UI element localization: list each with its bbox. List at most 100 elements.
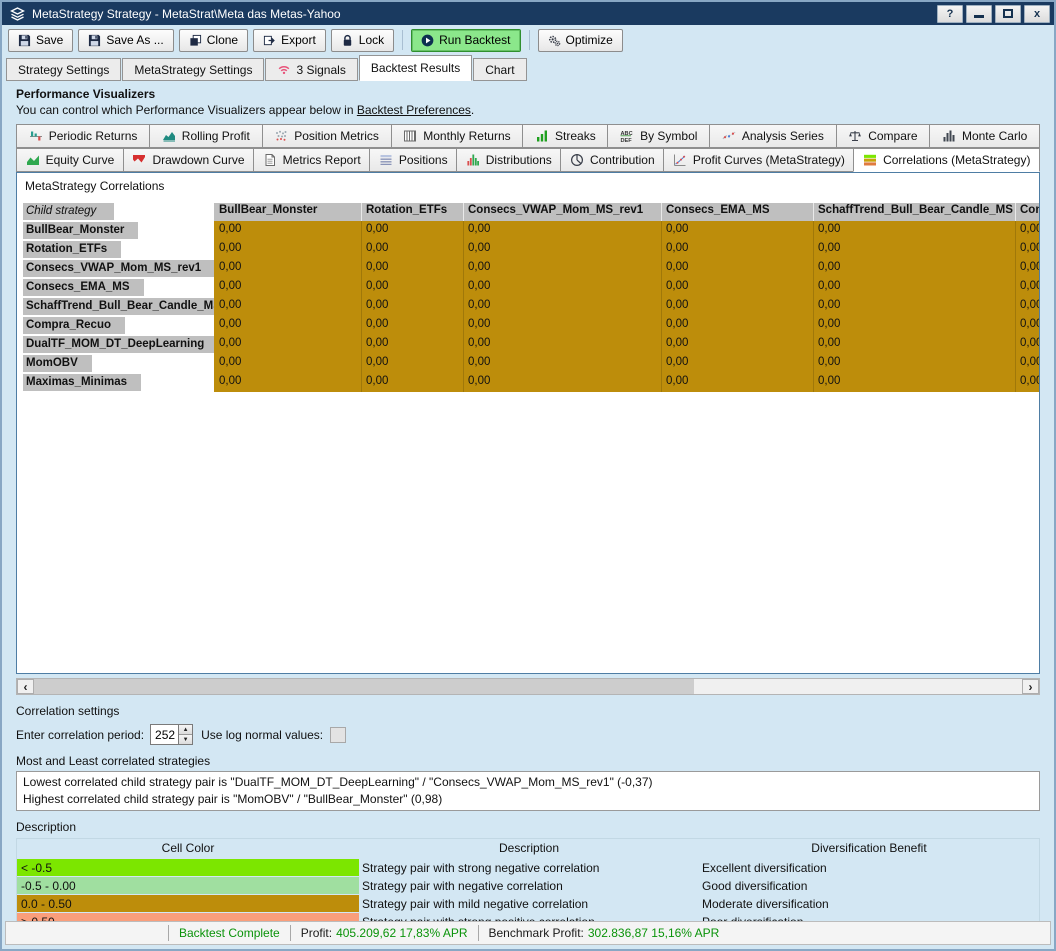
correlation-cell[interactable]: 0,00 bbox=[468, 356, 490, 368]
correlation-cell[interactable]: 0,00 bbox=[366, 318, 388, 330]
correlation-cell[interactable]: 0,00 bbox=[219, 356, 241, 368]
tab-metastrategy-settings[interactable]: MetaStrategy Settings bbox=[122, 58, 264, 81]
correlation-cell[interactable]: 0,00 bbox=[818, 318, 840, 330]
correlation-cell[interactable]: 0,00 bbox=[818, 261, 840, 273]
visualizer-tab-by-symbol[interactable]: ABCDEFBy Symbol bbox=[607, 124, 710, 148]
correlation-cell[interactable]: 0,00 bbox=[818, 356, 840, 368]
grid-row-header-cell[interactable]: Consecs_VWAP_Mom_MS_rev1 bbox=[23, 259, 214, 278]
correlation-cell[interactable]: 0,00 bbox=[366, 242, 388, 254]
grid-row-header-cell[interactable]: Consecs_EMA_MS bbox=[23, 278, 214, 297]
tab-backtest-results[interactable]: Backtest Results bbox=[359, 55, 472, 81]
visualizer-tab-monte-carlo[interactable]: Monte Carlo bbox=[929, 124, 1040, 148]
grid-corner-cell[interactable]: Child strategy bbox=[23, 202, 214, 221]
save-button[interactable]: Save bbox=[8, 29, 73, 52]
grid-row-header-cell[interactable]: SchaffTrend_Bull_Bear_Candle_MS bbox=[23, 297, 214, 316]
correlation-cell[interactable]: 0,00 bbox=[468, 242, 490, 254]
visualizer-tab-contribution[interactable]: Contribution bbox=[560, 148, 664, 172]
grid-row-header-cell[interactable]: Maximas_Minimas bbox=[23, 373, 214, 392]
visualizer-tab-analysis-series[interactable]: Analysis Series bbox=[709, 124, 836, 148]
log-normal-checkbox[interactable] bbox=[330, 727, 346, 743]
close-button[interactable]: x bbox=[1024, 5, 1050, 23]
scrollbar-thumb[interactable] bbox=[34, 679, 694, 694]
visualizer-tab-equity-curve[interactable]: Equity Curve bbox=[16, 148, 124, 172]
run-backtest-button[interactable]: Run Backtest bbox=[411, 29, 520, 52]
correlation-cell[interactable]: 0,00 bbox=[366, 375, 388, 387]
correlation-cell[interactable]: 0,00 bbox=[666, 356, 688, 368]
correlation-cell[interactable]: 0,00 bbox=[1020, 375, 1039, 387]
correlation-cell[interactable]: 0,00 bbox=[818, 280, 840, 292]
visualizer-tab-streaks[interactable]: Streaks bbox=[522, 124, 608, 148]
correlation-cell[interactable]: 0,00 bbox=[219, 337, 241, 349]
tab-3-signals[interactable]: 3 Signals bbox=[265, 58, 357, 81]
correlation-cell[interactable]: 0,00 bbox=[468, 299, 490, 311]
spin-down-button[interactable]: ▼ bbox=[179, 735, 192, 744]
correlation-cell[interactable]: 0,00 bbox=[1020, 223, 1039, 235]
optimize-button[interactable]: Optimize bbox=[538, 29, 623, 52]
correlation-cell[interactable]: 0,00 bbox=[666, 337, 688, 349]
correlation-cell[interactable]: 0,00 bbox=[468, 337, 490, 349]
visualizer-tab-positions[interactable]: Positions bbox=[369, 148, 457, 172]
correlation-cell[interactable]: 0,00 bbox=[666, 280, 688, 292]
correlation-cell[interactable]: 0,00 bbox=[366, 356, 388, 368]
correlation-cell[interactable]: 0,00 bbox=[1020, 318, 1039, 330]
correlation-cell[interactable]: 0,00 bbox=[666, 261, 688, 273]
correlation-cell[interactable]: 0,00 bbox=[666, 223, 688, 235]
tab-strategy-settings[interactable]: Strategy Settings bbox=[6, 58, 121, 81]
correlation-cell[interactable]: 0,00 bbox=[818, 299, 840, 311]
backtest-preferences-link[interactable]: Backtest Preferences bbox=[357, 103, 471, 117]
correlation-cell[interactable]: 0,00 bbox=[818, 337, 840, 349]
correlation-cell[interactable]: 0,00 bbox=[818, 375, 840, 387]
save-as-button[interactable]: Save As ... bbox=[78, 29, 173, 52]
correlation-cell[interactable]: 0,00 bbox=[666, 318, 688, 330]
correlation-cell[interactable]: 0,00 bbox=[1020, 299, 1039, 311]
correlation-cell[interactable]: 0,00 bbox=[219, 299, 241, 311]
correlation-cell[interactable]: 0,00 bbox=[468, 223, 490, 235]
grid-row-header-cell[interactable]: Rotation_ETFs bbox=[23, 240, 214, 259]
export-button[interactable]: Export bbox=[253, 29, 326, 52]
grid-column-header[interactable]: BullBear_Monster bbox=[219, 204, 317, 216]
correlation-cell[interactable]: 0,00 bbox=[219, 223, 241, 235]
correlation-cell[interactable]: 0,00 bbox=[1020, 261, 1039, 273]
grid-column-header[interactable]: Compra_Recuo bbox=[1020, 204, 1039, 216]
visualizer-tab-distributions[interactable]: Distributions bbox=[456, 148, 561, 172]
clone-button[interactable]: Clone bbox=[179, 29, 248, 52]
correlation-cell[interactable]: 0,00 bbox=[468, 318, 490, 330]
visualizer-tab-profit-curves-metastrategy-[interactable]: Profit Curves (MetaStrategy) bbox=[663, 148, 854, 172]
grid-column-header[interactable]: SchaffTrend_Bull_Bear_Candle_MS bbox=[818, 204, 1013, 216]
grid-row-header-cell[interactable]: BullBear_Monster bbox=[23, 221, 214, 240]
correlation-cell[interactable]: 0,00 bbox=[1020, 280, 1039, 292]
correlation-cell[interactable]: 0,00 bbox=[219, 318, 241, 330]
help-button[interactable]: ? bbox=[937, 5, 963, 23]
correlation-cell[interactable]: 0,00 bbox=[818, 223, 840, 235]
correlation-cell[interactable]: 0,00 bbox=[666, 242, 688, 254]
correlation-cell[interactable]: 0,00 bbox=[366, 299, 388, 311]
correlation-cell[interactable]: 0,00 bbox=[219, 375, 241, 387]
scrollbar-track[interactable] bbox=[34, 679, 1022, 694]
correlation-cell[interactable]: 0,00 bbox=[366, 337, 388, 349]
scroll-right-button[interactable]: › bbox=[1022, 679, 1039, 694]
visualizer-tab-periodic-returns[interactable]: Periodic Returns bbox=[16, 124, 150, 148]
visualizer-tab-rolling-profit[interactable]: Rolling Profit bbox=[149, 124, 262, 148]
correlation-cell[interactable]: 0,00 bbox=[366, 223, 388, 235]
correlation-cell[interactable]: 0,00 bbox=[666, 299, 688, 311]
correlation-cell[interactable]: 0,00 bbox=[468, 280, 490, 292]
horizontal-scrollbar[interactable]: ‹ › bbox=[16, 678, 1040, 695]
correlation-cell[interactable]: 0,00 bbox=[666, 375, 688, 387]
maximize-button[interactable] bbox=[995, 5, 1021, 23]
visualizer-tab-correlations-metastrategy-[interactable]: Correlations (MetaStrategy) bbox=[853, 148, 1040, 172]
correlation-cell[interactable]: 0,00 bbox=[1020, 242, 1039, 254]
grid-column-header[interactable]: Consecs_EMA_MS bbox=[666, 204, 770, 216]
visualizer-tab-metrics-report[interactable]: Metrics Report bbox=[253, 148, 370, 172]
visualizer-tab-drawdown-curve[interactable]: Drawdown Curve bbox=[123, 148, 254, 172]
grid-column-header[interactable]: Rotation_ETFs bbox=[366, 204, 447, 216]
tab-chart[interactable]: Chart bbox=[473, 58, 526, 81]
minimize-button[interactable] bbox=[966, 5, 992, 23]
correlation-period-input[interactable] bbox=[150, 724, 178, 745]
correlation-cell[interactable]: 0,00 bbox=[366, 280, 388, 292]
correlation-cell[interactable]: 0,00 bbox=[1020, 356, 1039, 368]
correlation-cell[interactable]: 0,00 bbox=[219, 242, 241, 254]
correlation-cell[interactable]: 0,00 bbox=[219, 280, 241, 292]
grid-row-header-cell[interactable]: DualTF_MOM_DT_DeepLearning bbox=[23, 335, 214, 354]
grid-row-header-cell[interactable]: MomOBV bbox=[23, 354, 214, 373]
correlation-cell[interactable]: 0,00 bbox=[818, 242, 840, 254]
